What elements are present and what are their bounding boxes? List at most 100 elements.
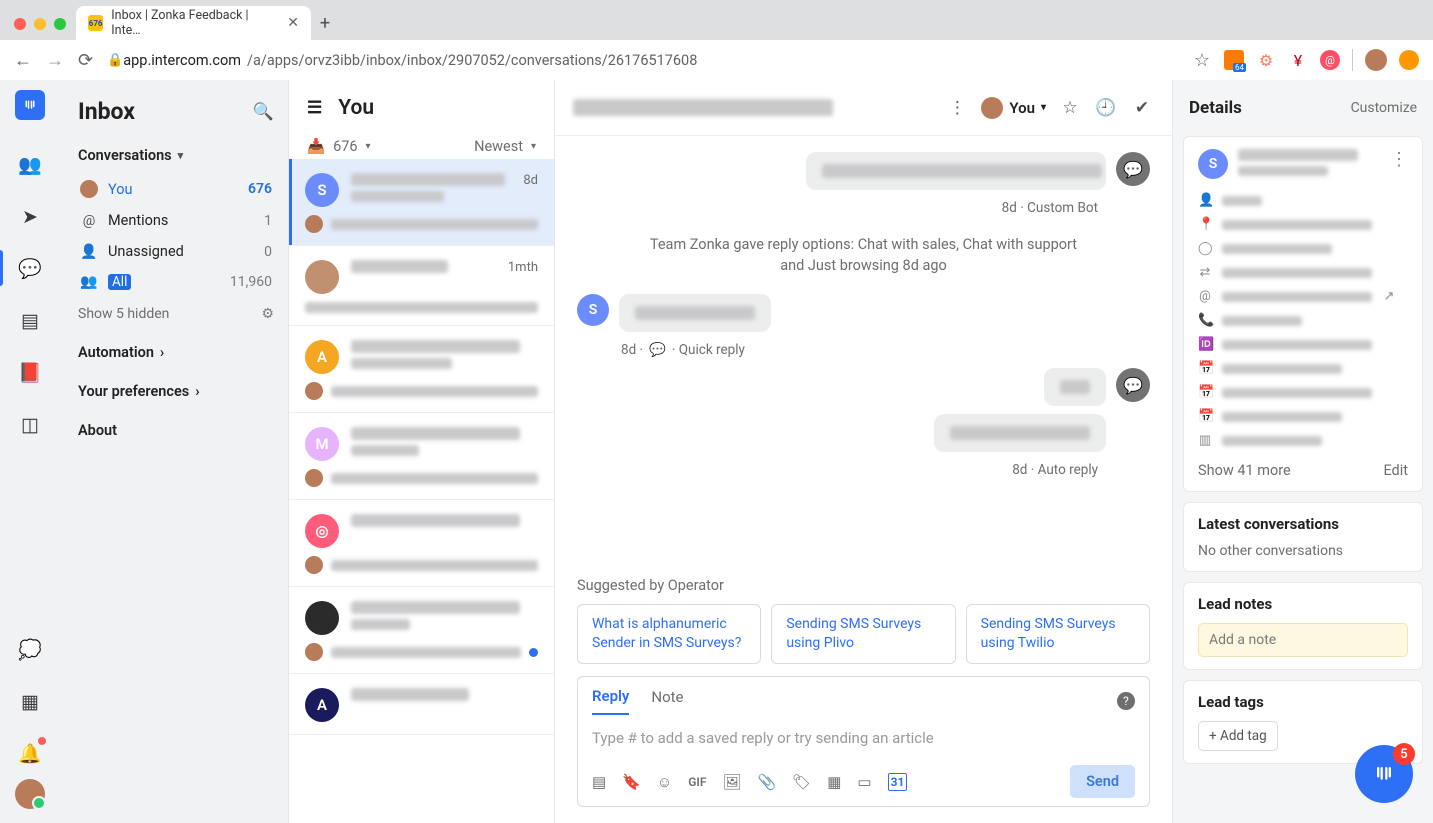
insert-gif-button[interactable]: GIF <box>688 775 706 789</box>
extension-1[interactable]: 64 <box>1224 50 1244 70</box>
back-button[interactable]: ← <box>14 50 32 71</box>
filter-you[interactable]: You 676 <box>78 174 274 204</box>
rail-articles-icon[interactable]: ▤ <box>0 294 60 346</box>
attr-row: 📅 <box>1198 385 1408 400</box>
assignee-dropdown[interactable]: You▾ <box>981 97 1046 119</box>
timestamp: 8d <box>523 173 538 188</box>
location-icon: 📍 <box>1198 217 1212 232</box>
rail-inbox-icon[interactable]: 💬 <box>0 242 60 294</box>
conversation-item[interactable] <box>289 587 554 674</box>
conversations-heading[interactable]: Conversations▾ <box>78 147 274 164</box>
composer-input[interactable]: Type # to add a saved reply or try sendi… <box>592 725 1135 765</box>
composer-tab-reply[interactable]: Reply <box>592 687 629 715</box>
extension-sun-icon[interactable] <box>1399 50 1419 70</box>
rail-me-avatar[interactable] <box>15 779 45 809</box>
avatar: M <box>305 427 339 461</box>
mini-avatar <box>305 215 323 233</box>
inbox-count-dropdown[interactable]: 📥676▾ <box>307 138 371 155</box>
pinterest-extension-icon[interactable]: ¥ <box>1288 50 1308 70</box>
edit-link[interactable]: Edit <box>1383 462 1408 479</box>
rail-send-icon[interactable]: ➤ <box>0 190 60 242</box>
list-menu-icon[interactable]: ☰ <box>307 98 322 118</box>
conversation-item[interactable]: ◎ <box>289 500 554 587</box>
suggested-article[interactable]: Sending SMS Surveys using Twilio <box>966 604 1150 664</box>
preferences-link[interactable]: Your preferences› <box>78 383 274 400</box>
gear-icon[interactable]: ⚙ <box>261 306 274 322</box>
add-note-input[interactable]: Add a note <box>1198 623 1408 657</box>
chevron-down-icon: ▾ <box>178 149 184 162</box>
conversation-title <box>573 99 933 116</box>
insert-image-icon[interactable]: 🖼 <box>722 773 741 791</box>
composer-tab-note[interactable]: Note <box>651 688 683 714</box>
external-icon[interactable]: ↗ <box>1382 289 1396 304</box>
email-icon: @ <box>1198 289 1212 304</box>
chevron-right-icon: › <box>160 344 164 361</box>
insert-article-icon[interactable]: ▤ <box>592 773 606 791</box>
snooze-icon[interactable]: 🕘 <box>1094 98 1118 118</box>
sessions-icon: ▥ <box>1198 433 1212 448</box>
new-tab-button[interactable]: + <box>311 13 339 40</box>
rail-apps-icon[interactable]: ▦ <box>0 675 60 727</box>
sort-dropdown[interactable]: Newest▾ <box>474 138 536 155</box>
reply-icon: 💬 <box>649 342 666 358</box>
rail-contacts-icon[interactable]: 👥 <box>0 138 60 190</box>
automation-link[interactable]: Automation› <box>78 344 274 361</box>
extension-spiral-icon[interactable]: @ <box>1320 50 1340 70</box>
insert-bookmark-icon[interactable]: 🔖 <box>622 773 641 791</box>
address-bar[interactable]: 🔒 app.intercom.com/a/apps/orvz3ibb/inbox… <box>107 52 1178 69</box>
insert-app-icon[interactable]: ▦ <box>827 773 841 791</box>
more-icon[interactable]: ⋮ <box>945 98 969 118</box>
customize-link[interactable]: Customize <box>1351 100 1417 116</box>
close-conversation-icon[interactable]: ✔ <box>1130 98 1154 118</box>
calendar-icon: 📅 <box>1198 409 1212 424</box>
conversation-item[interactable]: S 8d <box>289 159 554 246</box>
hubspot-extension-icon[interactable]: ⚙ <box>1256 50 1276 70</box>
attr-row: 🆔 <box>1198 337 1408 352</box>
insert-attachment-icon[interactable]: 📎 <box>757 773 776 791</box>
conversation-item[interactable]: 1mth <box>289 246 554 326</box>
insert-calendar-icon[interactable]: 31 <box>888 773 908 791</box>
favicon: 676 <box>88 15 103 31</box>
filter-mentions[interactable]: @Mentions 1 <box>78 206 274 235</box>
bookmark-star-icon[interactable]: ☆ <box>1192 50 1212 70</box>
insert-product-icon[interactable]: 🏷 <box>792 773 811 791</box>
conversation-item[interactable]: A <box>289 326 554 413</box>
show-more-link[interactable]: Show 41 more <box>1198 462 1291 479</box>
caret-down-icon: ▾ <box>366 141 371 152</box>
close-tab-icon[interactable]: ✕ <box>287 15 299 31</box>
window-controls[interactable] <box>10 18 76 40</box>
rail-book-icon[interactable]: 📕 <box>0 346 60 398</box>
rail-notifications-icon[interactable]: 🔔 <box>0 727 60 779</box>
filter-all[interactable]: 👥All 11,960 <box>78 268 274 296</box>
help-icon[interactable]: ? <box>1117 692 1135 710</box>
divider <box>1352 49 1353 71</box>
insert-card-icon[interactable]: ▭ <box>857 773 871 791</box>
suggested-article[interactable]: Sending SMS Surveys using Plivo <box>771 604 955 664</box>
lead-more-icon[interactable]: ⋮ <box>1390 149 1408 170</box>
star-icon[interactable]: ☆ <box>1058 98 1082 118</box>
filter-unassigned[interactable]: 👤Unassigned 0 <box>78 237 274 266</box>
send-button[interactable]: Send <box>1070 765 1135 798</box>
intercom-logo[interactable] <box>15 90 45 120</box>
details-title: Details <box>1189 98 1242 118</box>
suggested-article[interactable]: What is alphanumeric Sender in SMS Surve… <box>577 604 761 664</box>
add-tag-button[interactable]: + Add tag <box>1198 721 1278 751</box>
reload-button[interactable]: ⟳ <box>78 50 93 71</box>
intercom-messenger-fab[interactable]: 5 <box>1355 745 1413 803</box>
phone-icon: 📞 <box>1198 313 1212 328</box>
search-icon[interactable]: 🔍 <box>253 102 274 122</box>
rail-chat-icon[interactable]: 💭 <box>0 623 60 675</box>
user-avatar: S <box>577 294 609 326</box>
insert-emoji-icon[interactable]: ☺ <box>657 773 672 791</box>
category-icon: ⇄ <box>1198 265 1212 280</box>
conversation-item[interactable]: A <box>289 674 554 735</box>
show-hidden-link[interactable]: Show 5 hidden ⚙ <box>78 306 274 322</box>
attr-row: 📅 <box>1198 361 1408 376</box>
profile-avatar[interactable] <box>1365 49 1387 71</box>
conversation-item[interactable]: M <box>289 413 554 500</box>
about-link[interactable]: About <box>78 422 274 439</box>
extension-icons: ☆ 64 ⚙ ¥ @ <box>1192 49 1419 71</box>
rail-reports-icon[interactable]: ◫ <box>0 398 60 450</box>
forward-button[interactable]: → <box>46 50 64 71</box>
browser-tab-active[interactable]: 676 Inbox | Zonka Feedback | Inte… ✕ <box>76 6 311 40</box>
